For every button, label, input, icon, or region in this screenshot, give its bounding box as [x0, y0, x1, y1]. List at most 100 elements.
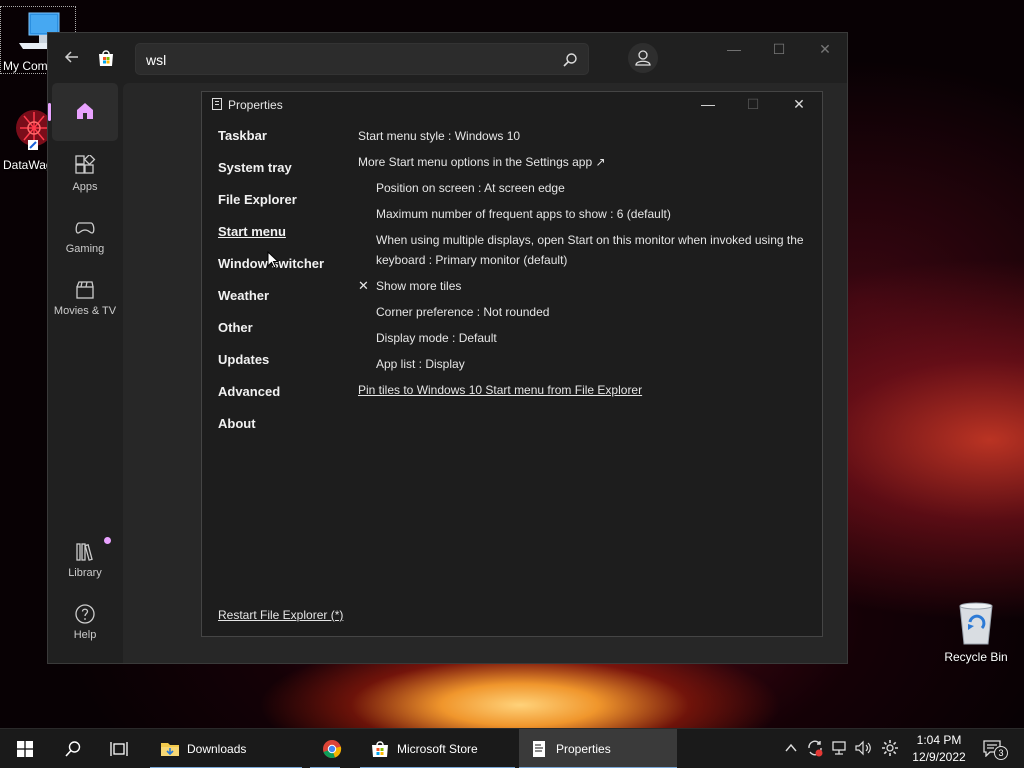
sync-icon: [808, 740, 823, 757]
setting-position[interactable]: Position on screen : At screen edge: [358, 178, 808, 204]
start-menu-settings: Start menu style : Windows 10 More Start…: [358, 126, 808, 406]
account-button[interactable]: [628, 43, 658, 73]
setting-display-mode[interactable]: Display mode : Default: [358, 328, 808, 354]
properties-maximize-button: ☐: [746, 96, 760, 112]
menu-item-taskbar[interactable]: Taskbar: [218, 128, 346, 160]
taskbar: Downloads Microsoft Store Properties 1:0…: [0, 728, 1024, 768]
nav-gaming-label: Gaming: [65, 243, 105, 255]
taskbar-app-label: Downloads: [187, 742, 247, 756]
search-icon[interactable]: [562, 52, 578, 68]
properties-minimize-button[interactable]: —: [696, 96, 720, 112]
nav-help[interactable]: Help: [52, 603, 118, 641]
apps-icon: [75, 155, 96, 174]
checkbox-off-icon: ✕: [358, 278, 369, 293]
store-maximize-button[interactable]: ☐: [764, 41, 794, 58]
properties-app-icon: [212, 98, 222, 110]
desktop-icon-recycle-bin[interactable]: Recycle Bin: [938, 600, 1014, 664]
store-minimize-button[interactable]: —: [719, 41, 749, 57]
folder-icon: [161, 743, 179, 756]
menu-item-advanced[interactable]: Advanced: [218, 384, 346, 416]
tray-volume-button[interactable]: [854, 739, 872, 757]
desktop-icon-label: My Com: [3, 59, 48, 73]
recycle-bin-icon: [959, 602, 993, 645]
setting-start-menu-style[interactable]: Start menu style : Windows 10: [358, 126, 808, 152]
clock-date: 12/9/2022: [912, 750, 966, 764]
nav-library-label: Library: [68, 567, 102, 579]
home-icon: [77, 103, 93, 119]
taskbar-app-properties[interactable]: Properties: [519, 729, 677, 768]
properties-title-bar: Properties: [212, 98, 283, 112]
library-icon: [76, 543, 93, 561]
tray-settings-button[interactable]: [881, 739, 899, 757]
setting-multi-display[interactable]: When using multiple displays, open Start…: [358, 230, 808, 276]
tray-sync-button[interactable]: [806, 739, 824, 757]
start-button[interactable]: [10, 729, 40, 768]
setting-show-more-tiles-label: Show more tiles: [376, 279, 462, 293]
taskbar-clock[interactable]: 1:04 PM 12/9/2022: [908, 732, 970, 766]
setting-more-options-link[interactable]: More Start menu options in the Settings …: [358, 152, 808, 178]
clapperboard-icon: [76, 281, 94, 299]
properties-title: Properties: [228, 98, 283, 112]
nav-movies-tv[interactable]: Movies & TV: [52, 279, 118, 317]
menu-item-system-tray[interactable]: System tray: [218, 160, 346, 192]
taskbar-app-microsoft-store[interactable]: Microsoft Store: [360, 729, 515, 768]
back-arrow-icon: [64, 51, 78, 63]
menu-item-about[interactable]: About: [218, 416, 346, 448]
notification-center-button[interactable]: 3: [982, 739, 1008, 761]
tray-network-button[interactable]: [830, 739, 848, 757]
nav-home[interactable]: [48, 83, 118, 141]
restart-explorer-link[interactable]: Restart File Explorer (*): [218, 608, 343, 622]
menu-item-file-explorer[interactable]: File Explorer: [218, 192, 346, 224]
properties-menu: Taskbar System tray File Explorer Start …: [218, 128, 346, 448]
gear-icon: [882, 740, 898, 756]
nav-apps[interactable]: Apps: [52, 155, 118, 193]
volume-icon: [855, 740, 871, 756]
mouse-cursor-icon: [267, 251, 279, 269]
setting-pin-tiles-link[interactable]: Pin tiles to Windows 10 Start menu from …: [358, 380, 808, 406]
taskbar-search-button[interactable]: [58, 729, 88, 768]
taskbar-app-chrome[interactable]: [310, 729, 356, 768]
nav-apps-label: Apps: [72, 181, 98, 193]
desktop-icon-label: Recycle Bin: [944, 650, 1008, 664]
help-icon: [75, 604, 95, 624]
setting-corner-preference[interactable]: Corner preference : Not rounded: [358, 302, 808, 328]
setting-app-list[interactable]: App list : Display: [358, 354, 808, 380]
pin-tiles-label: Pin tiles to Windows 10 Start menu from …: [358, 383, 643, 397]
setting-max-frequent-apps[interactable]: Maximum number of frequent apps to show …: [358, 204, 808, 230]
person-icon: [635, 50, 651, 66]
show-hidden-icons-button[interactable]: [782, 739, 800, 757]
chevron-up-icon: [785, 743, 797, 752]
menu-item-start-menu[interactable]: Start menu: [218, 224, 346, 256]
store-logo-icon: [99, 50, 113, 66]
menu-item-updates[interactable]: Updates: [218, 352, 346, 384]
menu-item-weather[interactable]: Weather: [218, 288, 346, 320]
search-icon: [65, 741, 81, 757]
taskbar-app-downloads[interactable]: Downloads: [150, 729, 302, 768]
chrome-icon: [323, 740, 342, 759]
notification-count-badge: 3: [994, 746, 1008, 760]
store-sidebar: Apps Gaming Movies & TV Library Help: [48, 83, 122, 663]
task-view-button[interactable]: [104, 729, 134, 768]
network-icon: [832, 741, 846, 755]
nav-gaming[interactable]: Gaming: [52, 217, 118, 255]
properties-app-icon: [533, 741, 545, 757]
taskbar-app-label: Properties: [556, 742, 611, 756]
task-view-icon: [110, 742, 128, 756]
windows-logo-icon: [17, 741, 33, 757]
store-close-button[interactable]: ✕: [810, 41, 840, 58]
setting-show-more-tiles[interactable]: ✕ Show more tiles: [358, 276, 808, 302]
menu-item-other[interactable]: Other: [218, 320, 346, 352]
back-button[interactable]: [62, 47, 82, 67]
menu-item-window-switcher[interactable]: Window switcher: [218, 256, 346, 288]
taskbar-app-label: Microsoft Store: [397, 742, 478, 756]
properties-close-button[interactable]: ✕: [787, 96, 811, 113]
nav-library[interactable]: Library: [52, 537, 118, 579]
store-title-bar: wsl — ☐ ✕: [48, 33, 847, 83]
search-input-value: wsl: [146, 52, 167, 68]
properties-dialog: Properties — ☐ ✕ Taskbar System tray Fil…: [201, 91, 823, 637]
store-icon: [372, 741, 388, 757]
nav-movies-label: Movies & TV: [53, 305, 117, 317]
clock-time: 1:04 PM: [916, 733, 962, 747]
search-input[interactable]: wsl: [135, 43, 589, 75]
desktop-icon-label: DataWag: [3, 158, 53, 172]
